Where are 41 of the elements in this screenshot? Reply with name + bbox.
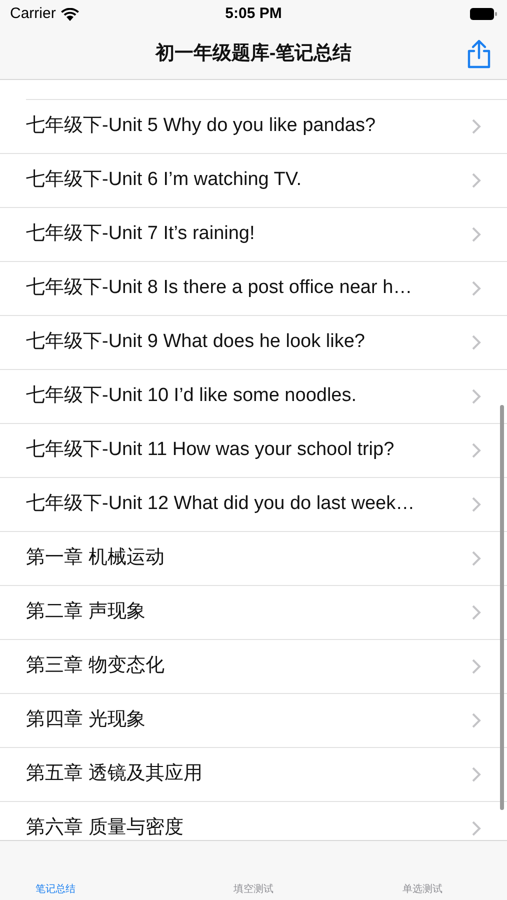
row-label: 第三章 物变态化	[26, 654, 164, 678]
row-label: 七年级下-Unit 7 It’s raining!	[26, 222, 255, 246]
chevron-icon	[472, 605, 481, 620]
chevron-icon	[472, 551, 481, 566]
row-label: 第五章 透镜及其应用	[26, 762, 202, 786]
row-label: 七年级下-Unit 10 I’d like some noodles.	[26, 384, 357, 408]
chevron-icon	[472, 119, 481, 134]
chevron-icon	[472, 659, 481, 674]
chevron-icon	[472, 767, 481, 782]
carrier-label: Carrier	[10, 4, 56, 24]
chevron-icon	[472, 389, 481, 404]
list-row[interactable]: 七年级下-Unit 5 Why do you like pandas?	[0, 100, 507, 154]
row-label: 七年级下-Unit 11 How was your school trip?	[26, 438, 394, 462]
chevron-icon	[472, 173, 481, 188]
row-label: 第二章 声现象	[26, 600, 146, 624]
list-row[interactable]: 七年级下-Unit 6 I’m watching TV.	[0, 154, 507, 208]
row-label: 第六章 质量与密度	[26, 816, 184, 840]
row-label: 七年级下-Unit 12 What did you do last week…	[26, 492, 415, 516]
chevron-icon	[472, 281, 481, 296]
nav-title: 初一年级题库-笔记总结	[155, 42, 352, 66]
list-row[interactable]: 七年级下-Unit 7 It’s raining!	[0, 208, 507, 262]
chevron-icon	[472, 227, 481, 242]
status-time: 5:05 PM	[225, 4, 282, 24]
row-label: 第一章 机械运动	[26, 546, 164, 570]
chevron-icon	[472, 497, 481, 512]
list-row[interactable]: 七年级下-Unit 9 What does he look like?	[0, 316, 507, 370]
chevron-icon	[472, 713, 481, 728]
share-button[interactable]	[465, 38, 493, 70]
row-label: 第四章 光现象	[26, 708, 146, 732]
row-label: 七年级下-Unit 9 What does he look like?	[26, 330, 365, 354]
tab[interactable]: 笔记总结	[36, 882, 76, 897]
chevron-icon	[472, 443, 481, 458]
row-label: 七年级下-Unit 6 I’m watching TV.	[26, 168, 302, 192]
battery-icon	[470, 8, 497, 20]
wifi-icon	[60, 8, 79, 20]
row-label: 七年级下-Unit 5 Why do you like pandas?	[26, 114, 376, 138]
chevron-icon	[472, 821, 481, 836]
list-row[interactable]: 七年级下-Unit 8 Is there a post office near h…	[0, 262, 507, 316]
chevron-icon	[472, 335, 481, 350]
share-icon	[466, 39, 492, 69]
row-label: 七年级下-Unit 8 Is there a post office near h…	[26, 276, 412, 300]
